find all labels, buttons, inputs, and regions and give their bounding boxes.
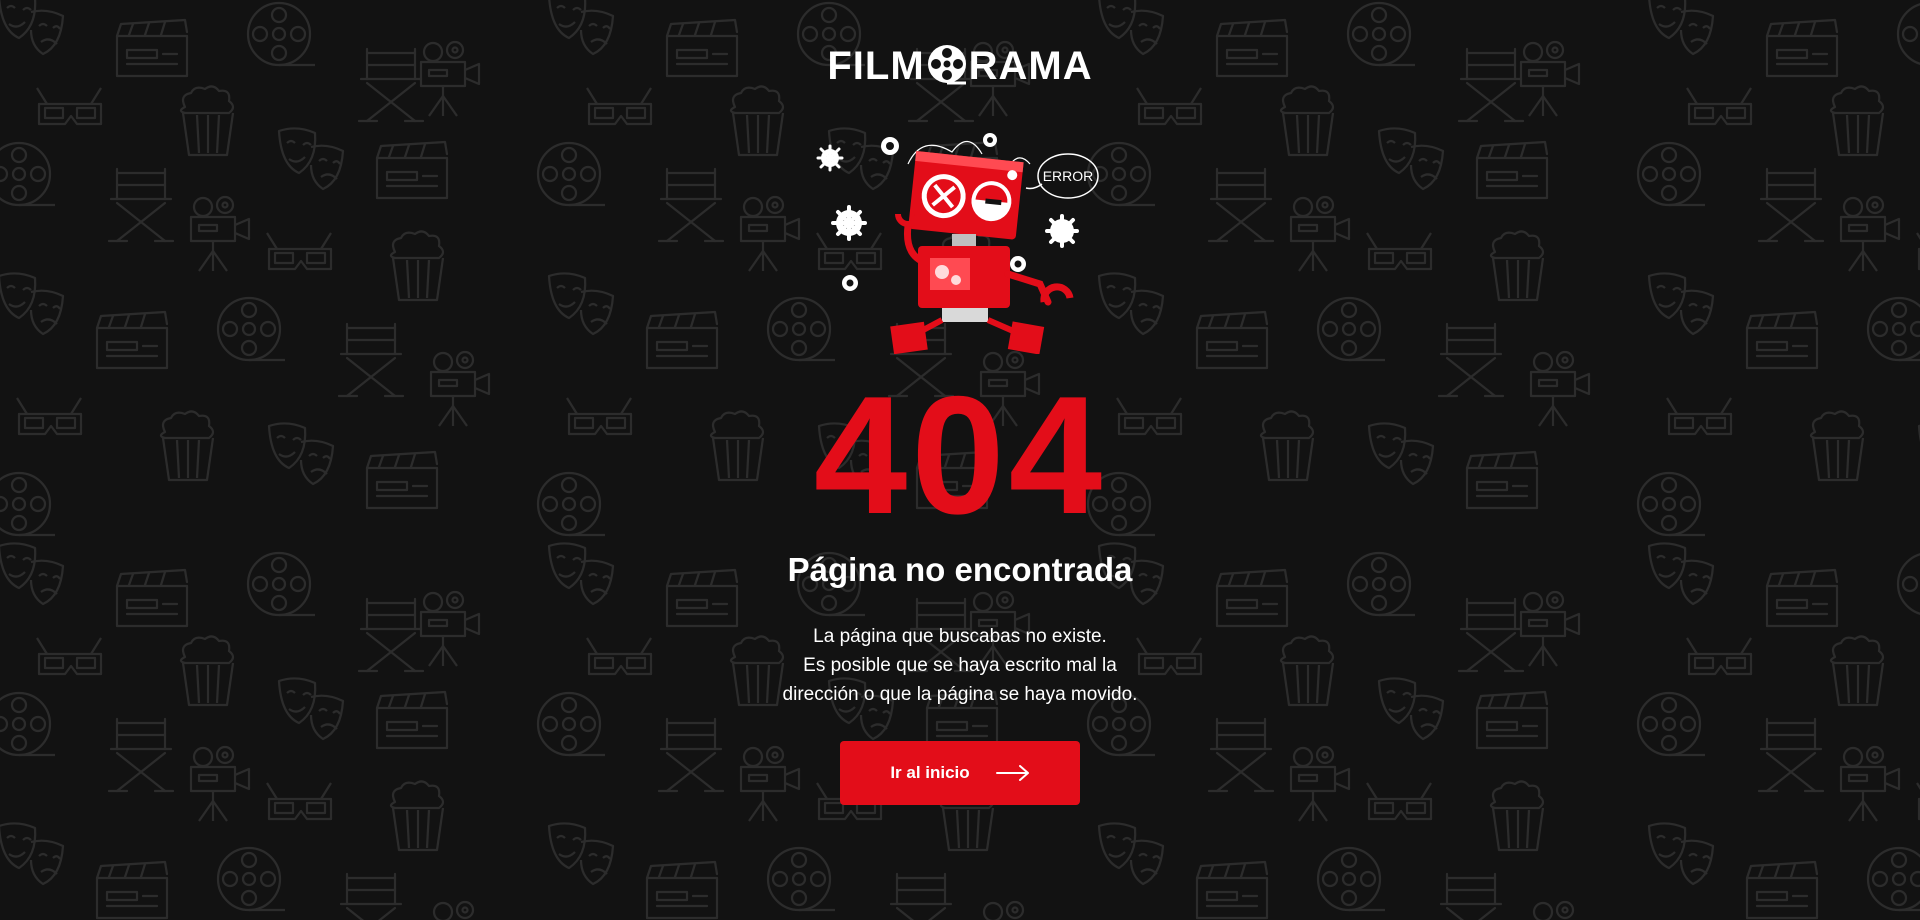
film-reel-icon — [927, 45, 966, 85]
filmorama-logo[interactable]: FILM RAMA — [0, 42, 1920, 90]
home-button-label: Ir al inicio — [890, 763, 970, 782]
error-page: FILM RAMA ERROR 404 Página no encontrada… — [0, 0, 1920, 920]
broken-robot-icon: ERROR — [816, 133, 1099, 354]
arrow-right-icon — [995, 765, 1029, 781]
description-line: Es posible que se haya escrito mal la — [803, 655, 1117, 676]
error-content: FILM RAMA ERROR 404 Página no encontrada… — [0, 0, 1920, 920]
home-button[interactable]: Ir al inicio — [840, 741, 1080, 805]
description-line: dirección o que la página se haya movido… — [782, 684, 1138, 705]
page-title: Página no encontrada — [787, 551, 1133, 588]
error-code: 404 — [813, 361, 1107, 549]
description-line: La página que buscabas no existe. — [813, 626, 1107, 647]
error-bubble-text: ERROR — [1043, 168, 1094, 184]
logo-text-right: RAMA — [968, 44, 1093, 88]
error-description: La página que buscabas no existe. Es pos… — [0, 622, 1920, 709]
logo-text-left: FILM — [827, 44, 925, 88]
